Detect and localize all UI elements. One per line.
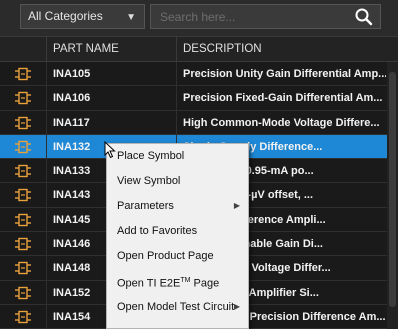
submenu-arrow-icon: ▶ bbox=[233, 302, 240, 311]
row-icon-cell bbox=[0, 183, 46, 207]
table-header: PART NAME DESCRIPTION bbox=[0, 36, 398, 62]
table-row[interactable]: INA105 Precision Unity Gain Differential … bbox=[0, 62, 398, 87]
row-icon-cell bbox=[0, 135, 46, 159]
magnifier-icon[interactable] bbox=[354, 7, 374, 27]
schematic-symbol-icon bbox=[15, 67, 31, 81]
menu-item-open-model-test-circuit[interactable]: Open Model Test Circuit ▶ bbox=[107, 296, 248, 318]
schematic-symbol-icon bbox=[15, 237, 31, 251]
menu-item-open-e2e-page[interactable]: Open TI E2ETM Page bbox=[107, 270, 248, 292]
menu-item-label: Open Model Test Circuit bbox=[117, 301, 235, 313]
search-input[interactable] bbox=[151, 5, 351, 28]
scrollbar-thumb[interactable] bbox=[389, 72, 396, 307]
category-dropdown[interactable]: All Categories ▼ bbox=[20, 4, 145, 29]
schematic-symbol-icon bbox=[15, 213, 31, 226]
menu-item-parameters[interactable]: Parameters ▶ bbox=[107, 195, 248, 217]
search-box bbox=[150, 4, 381, 29]
schematic-symbol-icon bbox=[15, 116, 31, 129]
menu-item-label: Parameters bbox=[117, 200, 174, 212]
table-row[interactable]: INA106 Precision Fixed-Gain Differential … bbox=[0, 86, 398, 111]
menu-item-place-symbol[interactable]: Place Symbol bbox=[107, 145, 248, 167]
submenu-arrow-icon: ▶ bbox=[233, 201, 240, 210]
menu-item-label-post: Page bbox=[190, 277, 220, 290]
menu-item-label: Add to Favorites bbox=[117, 225, 198, 237]
trademark-mark: TM bbox=[180, 277, 191, 284]
menu-item-add-to-favorites[interactable]: Add to Favorites bbox=[107, 220, 248, 242]
row-icon-cell bbox=[0, 111, 46, 135]
menu-item-view-symbol[interactable]: View Symbol bbox=[107, 170, 248, 192]
row-icon-cell bbox=[0, 208, 46, 232]
schematic-symbol-icon bbox=[15, 92, 31, 105]
description-cell: High Common-Mode Voltage Differe... bbox=[176, 110, 386, 135]
row-icon-cell bbox=[0, 86, 46, 110]
context-menu: Place Symbol View Symbol Parameters ▶ Add… bbox=[106, 143, 249, 329]
menu-item-open-product-page[interactable]: Open Product Page bbox=[107, 245, 248, 267]
part-name-cell: INA106 bbox=[46, 86, 176, 111]
menu-item-label: Open Product Page bbox=[117, 250, 214, 262]
part-name-cell: INA105 bbox=[46, 62, 176, 86]
menu-item-label: View Symbol bbox=[117, 175, 181, 187]
schematic-symbol-icon bbox=[15, 286, 31, 299]
row-icon-cell bbox=[0, 256, 46, 280]
toolbar: All Categories ▼ bbox=[0, 0, 398, 36]
description-cell: Precision Unity Gain Differential Amp... bbox=[176, 62, 386, 86]
header-description[interactable]: DESCRIPTION bbox=[176, 37, 386, 62]
schematic-symbol-icon bbox=[15, 189, 31, 202]
row-icon-cell bbox=[0, 305, 46, 329]
description-cell: Precision Fixed-Gain Differential Am... bbox=[176, 86, 386, 111]
part-name-cell: INA117 bbox=[46, 110, 176, 135]
menu-item-label-pre: Open TI E2E bbox=[117, 277, 181, 290]
vertical-scrollbar[interactable] bbox=[387, 62, 398, 329]
menu-item-label: Place Symbol bbox=[117, 150, 185, 162]
schematic-symbol-icon bbox=[15, 164, 31, 178]
row-icon-cell bbox=[0, 281, 46, 305]
schematic-symbol-icon bbox=[15, 140, 31, 154]
table-row[interactable]: INA117 High Common-Mode Voltage Differe..… bbox=[0, 110, 398, 135]
row-icon-cell bbox=[0, 232, 46, 256]
header-icon-column bbox=[0, 37, 46, 62]
mouse-pointer-icon bbox=[104, 140, 116, 164]
row-icon-cell bbox=[0, 159, 46, 183]
schematic-symbol-icon bbox=[15, 262, 31, 275]
triangle-down-icon: ▼ bbox=[126, 12, 136, 23]
schematic-symbol-icon bbox=[15, 310, 31, 324]
category-value: All Categories bbox=[28, 9, 103, 23]
row-icon-cell bbox=[0, 62, 46, 86]
header-part-name[interactable]: PART NAME bbox=[46, 37, 176, 62]
